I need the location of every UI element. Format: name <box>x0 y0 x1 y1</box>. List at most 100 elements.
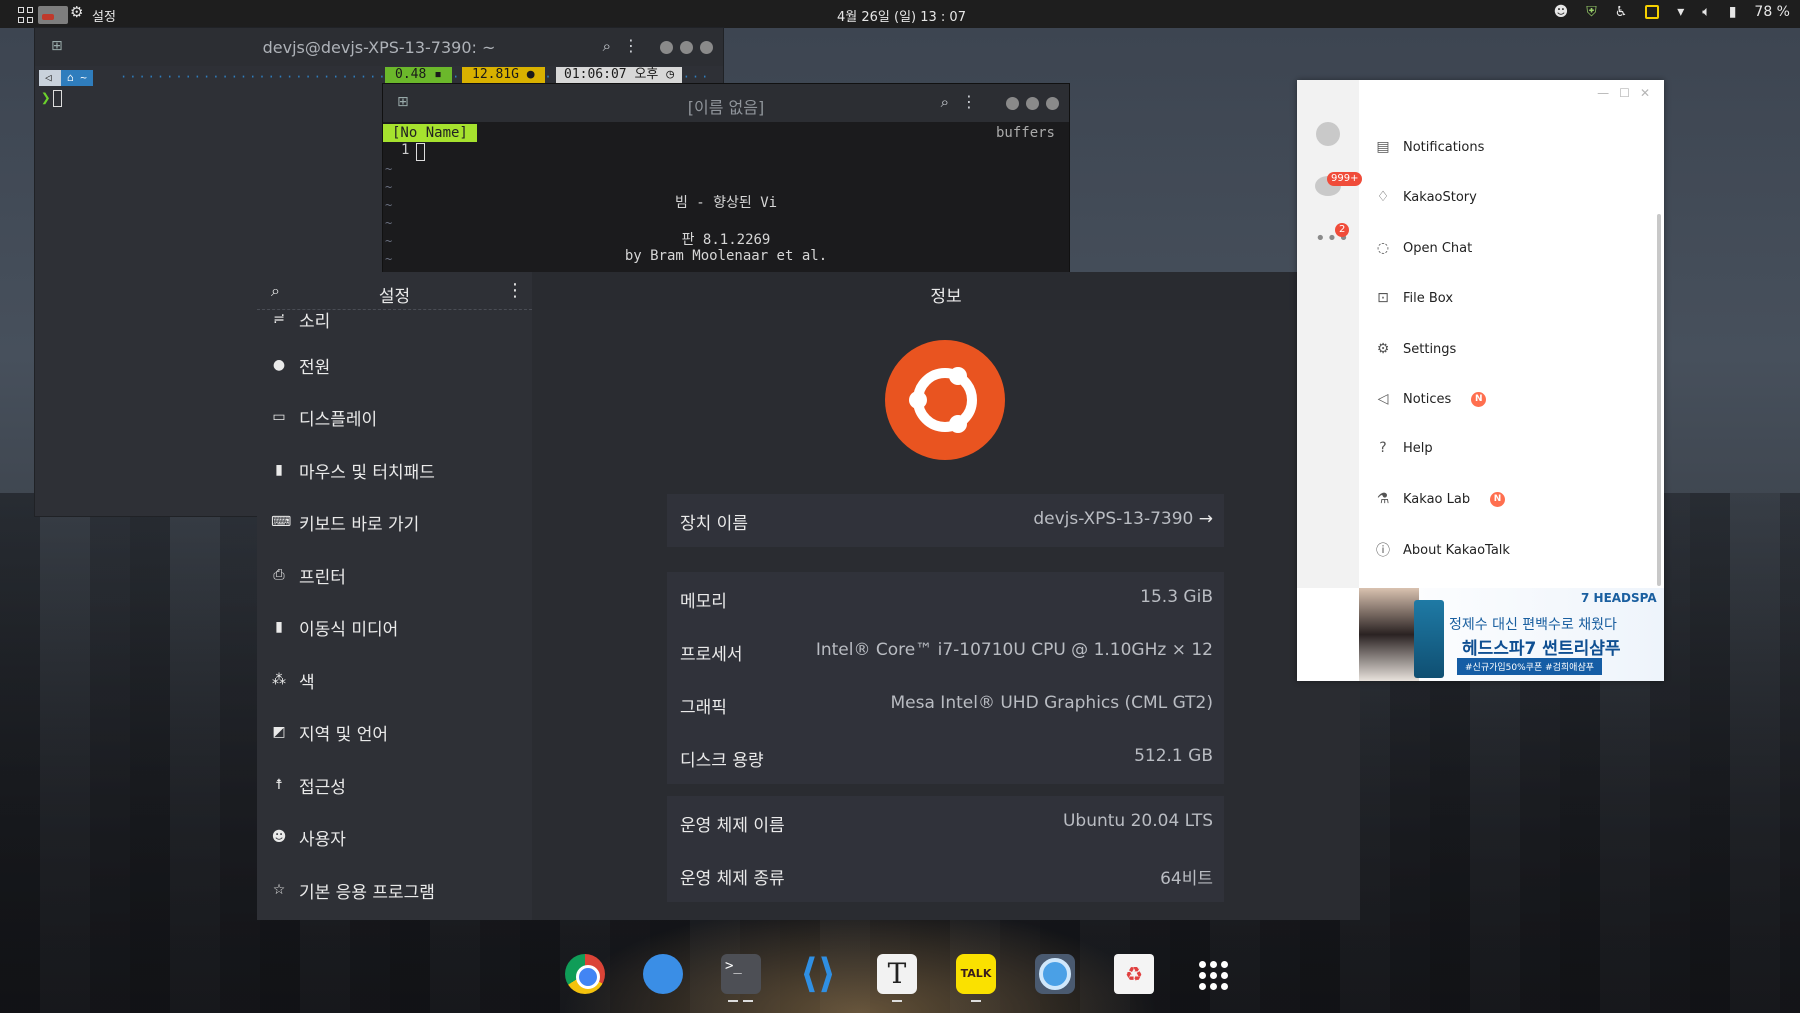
battery-percent[interactable]: 78 % <box>1754 4 1790 20</box>
menu-item-label: Notifications <box>1403 139 1485 155</box>
search-icon[interactable]: ⌕ <box>603 37 611 55</box>
accessibility-tray-icon[interactable]: ♿ <box>1615 4 1628 20</box>
processor-label: 프로세서 <box>680 645 743 665</box>
kakaotalk-icon[interactable]: TALK <box>956 954 996 994</box>
status-memory: 12.81G ● <box>462 67 545 83</box>
sidebar-item-label: 키보드 바로 가기 <box>299 514 420 535</box>
sidebar-item-power[interactable]: ● 전원 <box>271 350 330 380</box>
ad-product-name: 헤드스파7 썬트리샴푸 <box>1462 639 1621 659</box>
menu-item-kakao-lab[interactable]: ⚗ Kakao Lab N <box>1375 491 1506 507</box>
settings-window[interactable]: ⌕ 설정 ⋮ 정보 ≓ 소리 ● 전원 ▭ 디스플레이 ▮ 마우스 및 터치패드 ⌨ 키보… <box>257 272 1360 920</box>
window-controls <box>1006 97 1059 110</box>
activities-icon[interactable] <box>18 7 34 23</box>
disk-row: 디스크 용량 512.1 GB <box>667 731 1224 784</box>
kebab-menu-icon[interactable]: ⋮ <box>506 280 524 301</box>
sidebar-item-label: 색 <box>299 672 315 693</box>
battery-icon[interactable]: ▮ <box>1729 4 1737 20</box>
menu-item-settings[interactable]: ⚙ Settings <box>1375 341 1457 357</box>
running-indicator <box>971 1000 981 1002</box>
menu-item-label: Help <box>1403 440 1433 456</box>
hardware-card: 메모리 15.3 GiB 프로세서 Intel® Core™ i7-10710U… <box>667 572 1224 784</box>
close-button[interactable]: ✕ <box>1640 86 1650 100</box>
running-indicator <box>743 1000 753 1002</box>
files-icon[interactable] <box>643 954 683 994</box>
face-icon[interactable]: ☻ <box>1554 4 1569 20</box>
search-icon[interactable]: ⌕ <box>941 93 949 111</box>
workspace-indicator[interactable] <box>38 6 68 24</box>
terminal-headerbar[interactable]: ⊞ devjs@devjs-XPS-13-7390: ~ ⌕ ⋮ <box>35 28 723 66</box>
ubuntu-logo <box>885 340 1005 460</box>
status-time: 01:06:07 오후 ◷ <box>556 67 683 83</box>
shield-icon[interactable]: ⛨ <box>1586 4 1597 20</box>
sidebar-item-default-apps[interactable]: ☆ 기본 응용 프로그램 <box>271 875 435 905</box>
running-indicator <box>728 1000 738 1002</box>
sidebar-item-region-language[interactable]: ◩ 지역 및 언어 <box>271 717 388 747</box>
kakaotalk-window[interactable]: 999+ ••• 2 — ☐ ✕ ▤ Notifications ♢ KakaoSt… <box>1297 80 1664 681</box>
printer-icon: ⎙ <box>273 567 285 583</box>
sidebar-item-accessibility[interactable]: ☨ 접근성 <box>271 770 346 800</box>
menu-item-label: KakaoStory <box>1403 189 1477 205</box>
maximize-button[interactable] <box>1026 97 1039 110</box>
kebab-menu-icon[interactable]: ⋮ <box>961 92 977 111</box>
chrome-icon[interactable] <box>565 954 605 994</box>
vim-headerbar[interactable]: ⊞ [이름 없음] ⌕ ⋮ <box>383 84 1069 122</box>
vim-intro-author: by Bram Moolenaar et al. <box>624 248 828 264</box>
sidebar-item-display[interactable]: ▭ 디스플레이 <box>271 402 377 432</box>
kebab-menu-icon[interactable]: ⋮ <box>623 36 639 55</box>
kakaotalk-tray-icon[interactable] <box>1645 5 1660 19</box>
focused-app-name[interactable]: 설정 <box>92 6 116 25</box>
graphics-label: 그래픽 <box>680 698 727 718</box>
chat-unread-badge: 999+ <box>1327 172 1363 186</box>
ad-product-image <box>1414 600 1444 678</box>
vim-terminal-window[interactable]: ⊞ [이름 없음] ⌕ ⋮ [No Name] buffers 1 ~ ~ ~ … <box>382 83 1070 273</box>
maximize-button[interactable]: ☐ <box>1619 86 1630 100</box>
minimize-button[interactable]: — <box>1597 86 1609 100</box>
sidebar-item-removable-media[interactable]: ▮ 이동식 미디어 <box>271 612 398 642</box>
menu-item-open-chat[interactable]: ◌ Open Chat <box>1375 240 1472 256</box>
menu-item-notices[interactable]: ◁ Notices N <box>1375 391 1487 407</box>
system-tray: ☻ ⛨ ♿ ▾ 🔈︎ ▮ 78 % <box>1554 4 1790 20</box>
menu-item-notifications[interactable]: ▤ Notifications <box>1375 139 1484 155</box>
minimize-button[interactable] <box>660 41 673 54</box>
ad-model-image <box>1359 588 1419 681</box>
sidebar-item-mouse[interactable]: ▮ 마우스 및 터치패드 <box>271 455 435 485</box>
device-name-value: devjs-XPS-13-7390 → <box>1033 509 1213 529</box>
sidebar-item-color[interactable]: ⁂ 색 <box>271 665 315 695</box>
sidebar-item-printer[interactable]: ⎙ 프린터 <box>271 560 346 590</box>
sidebar-item-label: 마우스 및 터치패드 <box>299 462 435 483</box>
menu-item-file-box[interactable]: ⊡ File Box <box>1375 290 1453 306</box>
sidebar-item-sound[interactable]: ≓ 소리 <box>271 310 330 334</box>
volume-icon[interactable]: 🔈︎ <box>1702 4 1710 20</box>
typora-icon[interactable]: T <box>877 954 917 994</box>
menu-item-about[interactable]: ⓘ About KakaoTalk <box>1375 540 1510 560</box>
app-grid-icon[interactable] <box>1192 954 1232 994</box>
menu-item-kakaostory[interactable]: ♢ KakaoStory <box>1375 189 1477 205</box>
disk-label: 디스크 용량 <box>680 751 764 771</box>
kakao-window-controls: — ☐ ✕ <box>1597 86 1650 100</box>
os-type-label: 운영 체제 종류 <box>680 869 785 889</box>
terminal-icon[interactable]: >_ <box>721 954 761 994</box>
wifi-icon[interactable]: ▾ <box>1677 4 1684 20</box>
color-icon: ⁂ <box>272 672 286 688</box>
info-icon: ⓘ <box>1376 543 1390 559</box>
settings-sidebar-header: ⌕ 설정 ⋮ <box>257 272 532 310</box>
sidebar-item-keyboard[interactable]: ⌨ 키보드 바로 가기 <box>271 507 419 537</box>
device-name-row[interactable]: 장치 이름 devjs-XPS-13-7390 → <box>667 494 1224 547</box>
minimize-button[interactable] <box>1006 97 1019 110</box>
running-indicator <box>892 1000 902 1002</box>
scrollbar[interactable] <box>1657 214 1661 586</box>
close-button[interactable] <box>700 41 713 54</box>
vscode-icon[interactable]: ⟨⟩ <box>798 954 838 994</box>
sidebar-item-users[interactable]: ☻ 사용자 <box>271 822 346 852</box>
clock[interactable]: 4월 26일 (일) 13 : 07 <box>837 6 966 25</box>
trash-icon[interactable]: ♻ <box>1114 954 1154 994</box>
menu-item-help[interactable]: ? Help <box>1375 440 1433 456</box>
maximize-button[interactable] <box>680 41 693 54</box>
ad-banner[interactable]: 7 HEADSPA 정제수 대신 편백수로 채웠다 헤드스파7 썬트리샴푸 #신… <box>1359 588 1664 681</box>
active-app-icon[interactable] <box>1035 954 1075 994</box>
vim-tab-label[interactable]: [No Name] <box>383 124 477 142</box>
friends-tab-icon[interactable] <box>1316 122 1340 146</box>
settings-sidebar: ≓ 소리 ● 전원 ▭ 디스플레이 ▮ 마우스 및 터치패드 ⌨ 키보드 바로 가기 ⎙ 프… <box>257 310 532 920</box>
device-name-card[interactable]: 장치 이름 devjs-XPS-13-7390 → <box>667 494 1224 547</box>
close-button[interactable] <box>1046 97 1059 110</box>
